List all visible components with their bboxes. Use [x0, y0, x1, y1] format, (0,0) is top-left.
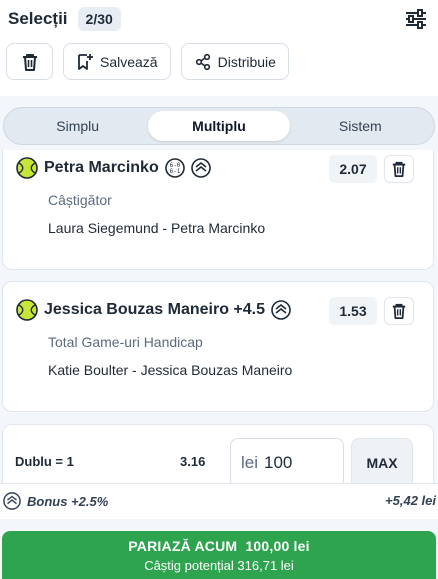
share-button[interactable]: Distribuie	[180, 43, 289, 80]
selection-market: Total Game-uri Handicap	[48, 334, 203, 350]
betslip-header: Selecții 2/30 Salvează Distribuie	[0, 0, 438, 96]
share-button-label: Distribuie	[217, 53, 276, 70]
trash-icon	[392, 161, 406, 177]
svg-text:6-1: 6-1	[169, 168, 180, 175]
bet-type-tabs: Simplu Multiplu Sistem	[3, 107, 435, 145]
place-bet-label: PARIAZĂ ACUM 100,00 lei	[128, 538, 310, 554]
tab-sistem[interactable]: Sistem	[290, 111, 431, 141]
save-button-label: Salvează	[100, 53, 158, 70]
bet-combination-label: Dublu = 1	[15, 454, 74, 469]
selection-market: Câștigător	[48, 192, 112, 208]
place-bet-button[interactable]: PARIAZĂ ACUM 100,00 lei Câștig potențial…	[2, 531, 436, 579]
trash-icon	[22, 53, 37, 71]
total-odd: 3.16	[180, 454, 206, 469]
remove-selection-button[interactable]	[384, 155, 414, 183]
selection-header: Petra Marcinko 6-0 6-1	[16, 157, 211, 179]
stake-input[interactable]: lei 100	[230, 438, 344, 488]
set-score-icon: 6-0 6-1	[164, 158, 185, 178]
selection-match: Laura Siegemund - Petra Marcinko	[48, 220, 266, 236]
stake-amount: 100	[264, 453, 293, 472]
page-title: Selecții	[8, 9, 68, 28]
selection-odd[interactable]: 1.53	[329, 297, 377, 325]
potential-win: Câștig potențial 316,71 lei	[144, 558, 294, 573]
share-icon	[195, 53, 210, 70]
boost-icon	[190, 158, 211, 178]
max-stake-button[interactable]: MAX	[351, 438, 413, 488]
tennis-ball-icon	[16, 299, 38, 321]
filter-icon[interactable]	[404, 8, 428, 30]
selection-player: Jessica Bouzas Maneiro +4.5	[44, 301, 265, 318]
clear-all-button[interactable]	[6, 43, 53, 80]
remove-selection-button[interactable]	[384, 297, 414, 325]
selection-player: Petra Marcinko	[44, 159, 159, 176]
tab-simplu[interactable]: Simplu	[7, 111, 148, 141]
boost-icon	[271, 300, 291, 320]
bonus-value: +5,42 lei	[385, 493, 436, 508]
save-button[interactable]: Salvează	[63, 43, 171, 80]
boost-icon	[3, 492, 21, 510]
selection-count-badge: 2/30	[77, 7, 121, 31]
selection-match: Katie Boulter - Jessica Bouzas Maneiro	[48, 362, 293, 378]
selection-header: Jessica Bouzas Maneiro +4.5	[16, 299, 291, 321]
bonus-label: Bonus +2.5%	[27, 493, 109, 509]
selection-odd[interactable]: 2.07	[329, 155, 377, 183]
tab-multiplu[interactable]: Multiplu	[148, 111, 290, 141]
tennis-ball-icon	[16, 157, 38, 179]
currency-label: lei	[241, 453, 259, 472]
bonus-row: Bonus +2.5% +5,42 lei	[0, 483, 438, 519]
title-row: Selecții 2/30	[8, 6, 121, 32]
betslip-actions: Salvează Distribuie	[6, 43, 289, 80]
trash-icon	[392, 303, 406, 319]
bonus-info: Bonus +2.5%	[3, 492, 108, 510]
save-bookmark-icon	[78, 53, 93, 70]
